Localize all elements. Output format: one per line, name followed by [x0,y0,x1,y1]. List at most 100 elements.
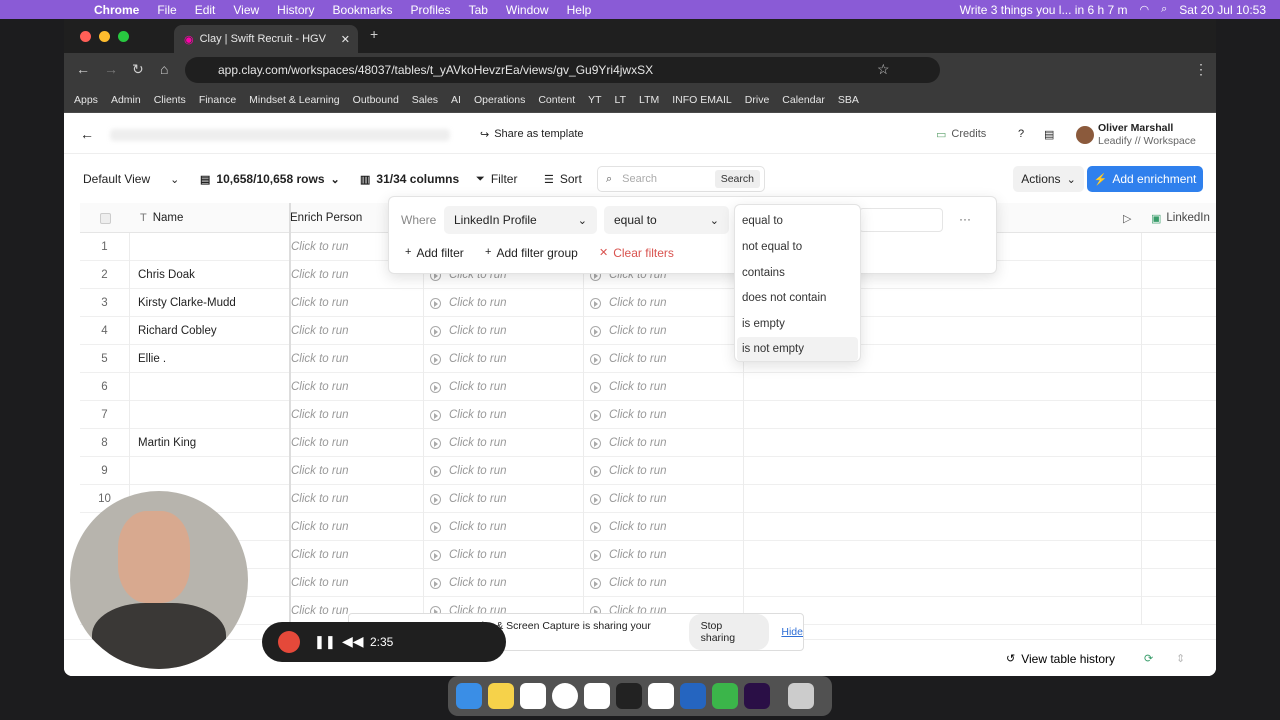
expand-icon[interactable]: ⇕ [1176,652,1185,665]
run-cell-a[interactable]: Click to run [424,345,584,373]
bookmark-drive[interactable]: Drive [745,94,770,106]
search-icon[interactable]: ⌕ [1161,3,1167,16]
bookmark-sales[interactable]: Sales [412,94,438,106]
menu-dots-icon[interactable]: ⋮ [1194,61,1208,78]
menu-tab[interactable]: Tab [469,3,488,17]
bookmark-ai[interactable]: AI [451,94,461,106]
name-cell[interactable]: Martin King [130,429,290,457]
empty-cell[interactable] [744,513,1142,541]
bookmark-info-email[interactable]: INFO EMAIL [672,94,732,106]
enrich-cell[interactable]: Click to run [291,569,424,597]
bookmark-yt[interactable]: YT [588,94,601,106]
back-icon[interactable]: ← [76,61,90,77]
numbers-icon[interactable] [712,683,738,709]
tab-close-icon[interactable]: ✕ [341,33,350,46]
search-input[interactable]: ⌕ Search Search [597,166,765,192]
bookmark-operations[interactable]: Operations [474,94,525,106]
share-template-button[interactable]: ↪ Share as template [480,128,584,141]
stop-sharing-button[interactable]: Stop sharing [688,614,770,650]
bookmark-finance[interactable]: Finance [199,94,236,106]
notion-icon[interactable] [584,683,610,709]
bookmark-admin[interactable]: Admin [111,94,141,106]
reload-icon[interactable]: ↻ [132,61,144,78]
enrich-cell[interactable]: Click to run [291,429,424,457]
run-cell-b[interactable]: Click to run [584,485,744,513]
run-cell-b[interactable]: Click to run [584,345,744,373]
run-cell-b[interactable]: Click to run [584,317,744,345]
url-bar[interactable]: app.clay.com/workspaces/48037/tables/t_y… [185,57,940,83]
empty-cell[interactable] [744,429,1142,457]
name-cell[interactable] [130,457,290,485]
run-cell-a[interactable]: Click to run [424,541,584,569]
hide-button[interactable]: Hide [781,626,803,638]
home-icon[interactable]: ⌂ [160,61,168,77]
inbox-icon[interactable]: ▤ [1044,128,1054,141]
run-column-icon[interactable]: ▷ [1123,212,1131,225]
run-cell-a[interactable]: Click to run [424,401,584,429]
rows-selector[interactable]: ▤ 10,658/10,658 rows ⌄ [200,172,340,186]
reminder-text[interactable]: Write 3 things you l... in 6 h 7 m [960,3,1128,17]
notes-icon[interactable] [488,683,514,709]
back-arrow-icon[interactable]: ← [80,126,94,142]
filter-operator-select[interactable]: equal to ⌄ [604,206,729,234]
calendar-icon[interactable] [648,683,674,709]
star-icon[interactable]: ☆ [877,61,890,78]
empty-cell[interactable] [744,541,1142,569]
name-cell[interactable] [130,233,290,261]
enrich-cell[interactable]: Click to run [291,401,424,429]
filter-button[interactable]: ⏷ Filter [476,172,517,186]
run-cell-b[interactable]: Click to run [584,429,744,457]
run-cell-a[interactable]: Click to run [424,317,584,345]
option-contains[interactable]: contains [737,261,858,285]
zoom-window-icon[interactable] [118,31,129,42]
enrich-cell[interactable]: Click to run [291,485,424,513]
finder-icon[interactable] [456,683,482,709]
filter-more-button[interactable]: ··· [959,212,971,226]
bookmark-ltm[interactable]: LTM [639,94,659,106]
clock[interactable]: Sat 20 Jul 10:53 [1179,3,1266,17]
add-filter-button[interactable]: + Add filter [405,246,464,260]
slack-icon[interactable] [520,683,546,709]
empty-cell[interactable] [744,457,1142,485]
menu-view[interactable]: View [233,3,259,17]
option-equal-to[interactable]: equal to [737,209,858,233]
run-cell-a[interactable]: Click to run [424,457,584,485]
bookmark-mindset[interactable]: Mindset & Learning [249,94,339,106]
menu-bookmarks[interactable]: Bookmarks [333,3,393,17]
bookmark-clients[interactable]: Clients [154,94,186,106]
enrich-cell[interactable]: Click to run [291,373,424,401]
menu-file[interactable]: File [157,3,176,17]
credits-button[interactable]: ▭ Credits [936,128,986,141]
empty-cell[interactable] [744,569,1142,597]
bookmark-sba[interactable]: SBA [838,94,859,106]
chrome-icon[interactable] [552,683,578,709]
view-selector[interactable]: Default View ⌄ [83,172,179,186]
menu-history[interactable]: History [277,3,314,17]
run-cell-b[interactable]: Click to run [584,569,744,597]
view-history-button[interactable]: ↺ View table history [1006,652,1115,666]
webcam-bubble[interactable] [70,491,248,669]
run-cell-b[interactable]: Click to run [584,541,744,569]
clear-filters-button[interactable]: ✕ Clear filters [599,246,674,260]
column-header-enrich[interactable]: Enrich Person [290,212,362,224]
run-cell-a[interactable]: Click to run [424,569,584,597]
run-cell-a[interactable]: Click to run [424,373,584,401]
new-tab-icon[interactable]: + [370,26,378,42]
sort-button[interactable]: ☰ Sort [544,172,582,186]
bookmark-lt[interactable]: LT [615,94,626,106]
name-cell[interactable]: Kirsty Clarke-Mudd [130,289,290,317]
name-cell[interactable]: Richard Cobley [130,317,290,345]
run-cell-b[interactable]: Click to run [584,457,744,485]
run-cell-a[interactable]: Click to run [424,429,584,457]
forward-icon[interactable]: → [104,61,118,77]
menu-edit[interactable]: Edit [195,3,216,17]
actions-button[interactable]: Actions ⌄ [1013,166,1084,192]
run-cell-a[interactable]: Click to run [424,289,584,317]
wd-icon[interactable] [680,683,706,709]
premiere-icon[interactable] [744,683,770,709]
menu-help[interactable]: Help [567,3,592,17]
bookmark-content[interactable]: Content [538,94,575,106]
name-cell[interactable] [130,401,290,429]
menu-profiles[interactable]: Profiles [411,3,451,17]
menu-window[interactable]: Window [506,3,549,17]
